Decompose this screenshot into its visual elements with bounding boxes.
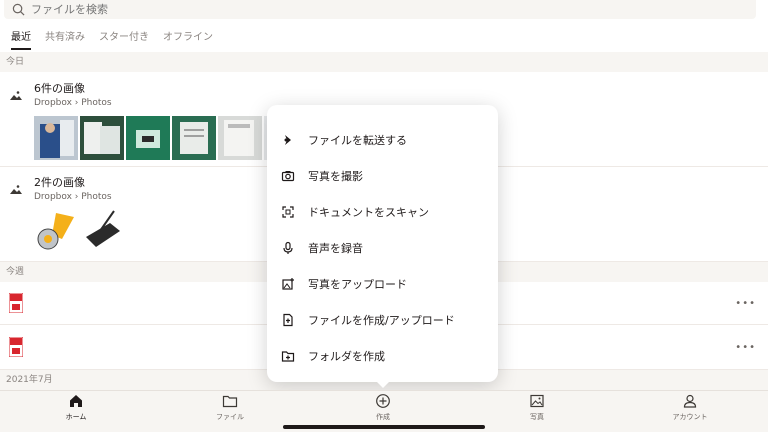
menu-item-label: 音声を録音 <box>308 242 363 255</box>
nav-label: ホーム <box>65 413 87 421</box>
nav-account[interactable]: アカウント <box>650 393 730 422</box>
thumbnail-strip <box>34 209 124 253</box>
menu-item-label: フォルダを作成 <box>308 350 385 363</box>
camera-icon <box>281 171 295 182</box>
microphone-icon <box>283 241 293 254</box>
photo-icon <box>530 394 544 408</box>
tab-starred[interactable]: スター付き <box>99 28 149 50</box>
paper-cutter-thumbnail[interactable] <box>80 209 124 253</box>
file-upload-icon <box>283 313 293 327</box>
menu-item-label: ドキュメントをスキャン <box>308 206 429 219</box>
scan-icon <box>282 206 294 218</box>
create-menu: ファイルを転送する 写真を撮影 ドキュメントをスキャン 音声を録音 写真をアップ… <box>267 105 498 382</box>
home-indicator <box>283 425 485 429</box>
menu-item-scan-document[interactable]: ドキュメントをスキャン <box>267 194 498 230</box>
nav-create[interactable]: 作成 <box>343 393 423 422</box>
rotary-cutter-thumbnail[interactable] <box>34 209 78 253</box>
nav-photos[interactable]: 写真 <box>497 393 577 422</box>
menu-item-label: ファイルを作成/アップロード <box>308 314 455 327</box>
account-icon <box>683 394 697 408</box>
search-input[interactable] <box>31 3 331 16</box>
section-header-today: 今日 <box>0 52 768 72</box>
list-item-path: Dropbox › Photos <box>34 98 112 108</box>
list-item-path: Dropbox › Photos <box>34 192 112 202</box>
photo-upload-icon <box>282 278 294 290</box>
nav-label: ファイル <box>216 413 244 421</box>
list-item-title: 6件の画像 <box>34 82 85 95</box>
menu-item-record-audio[interactable]: 音声を録音 <box>267 230 498 266</box>
menu-pointer <box>376 381 390 388</box>
tab-recent[interactable]: 最近 <box>11 28 31 50</box>
menu-item-transfer[interactable]: ファイルを転送する <box>267 122 498 158</box>
menu-item-label: ファイルを転送する <box>308 134 407 147</box>
tab-shared[interactable]: 共有済み <box>45 28 85 50</box>
list-item-title: 2件の画像 <box>34 176 85 189</box>
search-bar[interactable] <box>4 0 756 19</box>
nav-label: 写真 <box>530 413 544 421</box>
more-options-icon[interactable]: ••• <box>735 298 756 309</box>
folder-add-icon <box>281 351 295 362</box>
search-icon <box>12 3 25 16</box>
photo-thumbnail[interactable] <box>218 116 262 160</box>
photo-thumbnail[interactable] <box>80 116 124 160</box>
home-icon <box>70 395 82 407</box>
plus-circle-icon <box>376 394 390 408</box>
nav-label: 作成 <box>376 413 390 421</box>
image-file-icon <box>10 185 22 194</box>
menu-item-upload-photo[interactable]: 写真をアップロード <box>267 266 498 302</box>
filter-tabs: 最近 共有済み スター付き オフライン <box>0 28 227 52</box>
menu-item-label: 写真を撮影 <box>308 170 363 183</box>
menu-item-label: 写真をアップロード <box>308 278 407 291</box>
nav-files[interactable]: ファイル <box>190 393 270 422</box>
pdf-file-icon <box>9 337 23 357</box>
menu-item-create-folder[interactable]: フォルダを作成 <box>267 338 498 374</box>
menu-item-take-photo[interactable]: 写真を撮影 <box>267 158 498 194</box>
photo-thumbnail[interactable] <box>34 116 78 160</box>
photo-thumbnail[interactable] <box>126 116 170 160</box>
image-file-icon <box>10 91 22 100</box>
more-options-icon[interactable]: ••• <box>735 342 756 353</box>
photo-thumbnail[interactable] <box>172 116 216 160</box>
pdf-file-icon <box>9 293 23 313</box>
nav-label: アカウント <box>672 413 708 421</box>
tab-offline[interactable]: オフライン <box>163 28 213 50</box>
transfer-icon <box>284 135 291 145</box>
nav-home[interactable]: ホーム <box>36 393 116 422</box>
menu-item-create-upload-file[interactable]: ファイルを作成/アップロード <box>267 302 498 338</box>
folder-icon <box>222 395 238 408</box>
